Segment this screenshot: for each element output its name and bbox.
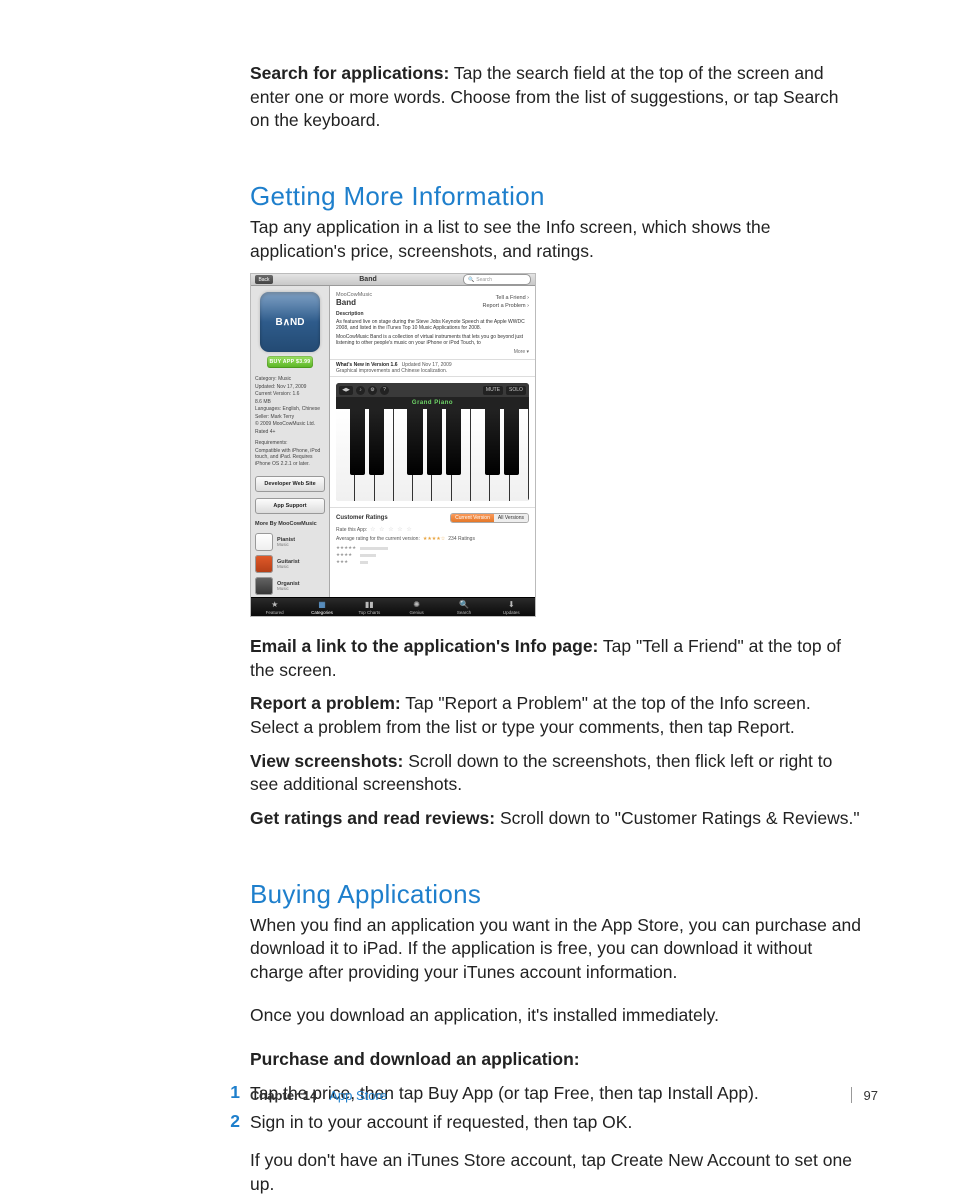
tab-genius[interactable]: ✺Genius bbox=[393, 598, 440, 616]
search-placeholder: Search bbox=[476, 277, 492, 283]
report-problem-link[interactable]: Report a Problem › bbox=[336, 303, 529, 309]
genius-icon: ✺ bbox=[412, 599, 422, 609]
step-text: Sign in to your account if requested, th… bbox=[250, 1111, 632, 1135]
chapter-label: Chapter 14 bbox=[250, 1088, 317, 1103]
buying-p2: Once you download an application, it's i… bbox=[250, 1004, 862, 1028]
document-page: Search for applications: Tap the search … bbox=[0, 0, 954, 1145]
no-account-paragraph: If you don't have an iTunes Store accoun… bbox=[250, 1149, 862, 1196]
app-metadata: Category: Music Updated: Nov 17, 2009 Cu… bbox=[251, 374, 329, 473]
related-app-pianist[interactable]: PianistMusic bbox=[251, 531, 329, 553]
nav-bar: Back Band 🔍 Search bbox=[251, 274, 535, 286]
grid-icon: ▦ bbox=[317, 599, 327, 609]
related-app-organist[interactable]: OrganistMusic bbox=[251, 575, 329, 597]
search-icon: 🔍 bbox=[468, 277, 474, 283]
tell-a-friend-link[interactable]: Tell a Friend › bbox=[336, 295, 529, 301]
tab-updates[interactable]: ⬇Updates bbox=[488, 598, 535, 616]
search-apps-label: Search for applications: bbox=[250, 63, 449, 83]
search-apps-paragraph: Search for applications: Tap the search … bbox=[250, 62, 862, 133]
section-buying-apps-title: Buying Applications bbox=[250, 879, 862, 910]
tab-categories[interactable]: ▦Categories bbox=[298, 598, 345, 616]
app-description: Description As featured live on stage du… bbox=[330, 311, 535, 359]
step-2: 2 Sign in to your account if requested, … bbox=[250, 1111, 862, 1135]
step-number: 1 bbox=[214, 1082, 250, 1103]
page-number: 97 bbox=[851, 1087, 878, 1103]
more-by-header: More By MooCowMusic bbox=[251, 517, 329, 531]
ratings-reviews-paragraph: Get ratings and read reviews: Scroll dow… bbox=[250, 807, 862, 831]
buying-p1: When you find an application you want in… bbox=[250, 914, 862, 985]
developer-website-button[interactable]: Developer Web Site bbox=[255, 476, 325, 492]
task-heading: Purchase and download an application: bbox=[250, 1048, 862, 1072]
nav-title: Band bbox=[279, 276, 457, 283]
app-store-info-screenshot: Back Band 🔍 Search B∧ND BUY APP $3.99 Ca… bbox=[250, 273, 536, 617]
more-link[interactable]: More ▾ bbox=[336, 349, 529, 355]
step-number: 2 bbox=[214, 1111, 250, 1132]
tab-top-charts[interactable]: ▮▮Top Charts bbox=[346, 598, 393, 616]
ratings-segment[interactable]: Current Version All Versions bbox=[450, 513, 529, 523]
updates-icon: ⬇ bbox=[506, 599, 516, 609]
section-getting-more-info-title: Getting More Information bbox=[250, 181, 862, 212]
back-button[interactable]: Back bbox=[255, 275, 273, 284]
app-support-button[interactable]: App Support bbox=[255, 498, 325, 514]
view-screenshots-paragraph: View screenshots: Scroll down to the scr… bbox=[250, 750, 862, 797]
info-main: MooCowMusic Band Tell a Friend › Report … bbox=[330, 286, 535, 597]
tab-featured[interactable]: ★Featured bbox=[251, 598, 298, 616]
star-icon: ★ bbox=[270, 599, 280, 609]
page-footer: Chapter 14 App Store 97 bbox=[250, 1087, 878, 1103]
buy-button[interactable]: BUY APP $3.99 bbox=[267, 356, 313, 368]
app-screenshot-preview[interactable]: ◀▶ ♪ ⚙ ? MUTE SOLO Grand Piano bbox=[336, 383, 529, 501]
whats-new: What's New in Version 1.6 Updated Nov 17… bbox=[330, 359, 535, 377]
rate-stars[interactable]: ☆ ☆ ☆ ☆ ☆ bbox=[370, 526, 413, 533]
tab-search[interactable]: 🔍Search bbox=[440, 598, 487, 616]
search-icon: 🔍 bbox=[459, 599, 469, 609]
email-link-paragraph: Email a link to the application's Info p… bbox=[250, 635, 862, 682]
report-problem-paragraph: Report a problem: Tap "Report a Problem"… bbox=[250, 692, 862, 739]
chapter-name: App Store bbox=[329, 1088, 387, 1103]
app-icon: B∧ND bbox=[260, 292, 320, 352]
tab-bar: ★Featured ▦Categories ▮▮Top Charts ✺Geni… bbox=[251, 597, 535, 616]
section1-paragraph: Tap any application in a list to see the… bbox=[250, 216, 862, 263]
charts-icon: ▮▮ bbox=[364, 599, 374, 609]
customer-ratings: Customer Ratings Current Version All Ver… bbox=[330, 507, 535, 571]
info-sidebar: B∧ND BUY APP $3.99 Category: Music Updat… bbox=[251, 286, 330, 597]
search-field[interactable]: 🔍 Search bbox=[463, 274, 531, 285]
related-app-guitarist[interactable]: GuitaristMusic bbox=[251, 553, 329, 575]
